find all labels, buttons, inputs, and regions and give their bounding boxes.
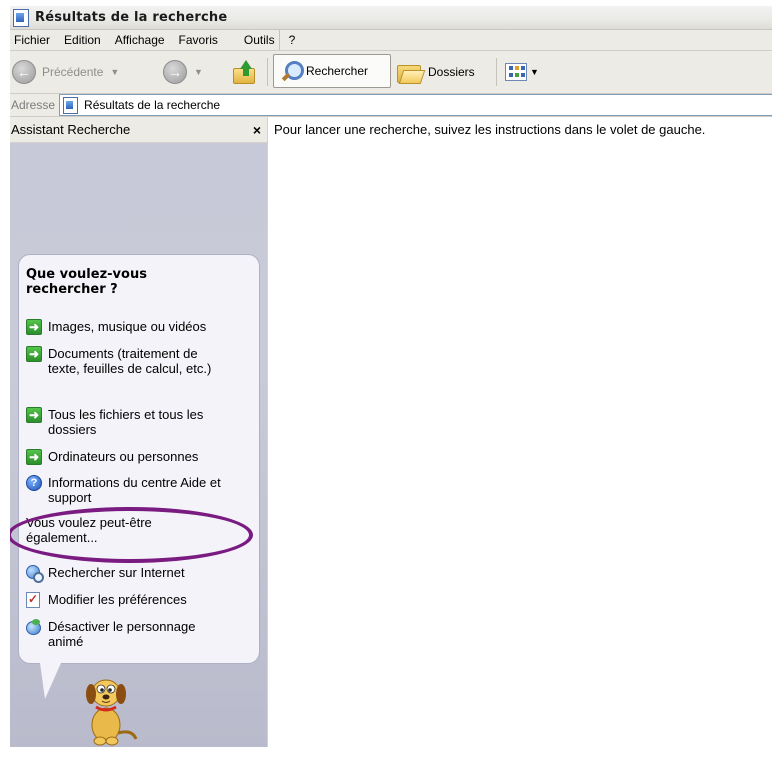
toolbar-separator (267, 58, 268, 86)
address-label: Adresse (11, 98, 56, 112)
views-icon (505, 63, 527, 81)
views-button[interactable]: ▼ (505, 56, 539, 88)
menu-outils[interactable]: Outils (237, 33, 282, 47)
option-disable-character[interactable]: Désactiver le personnage animé (26, 619, 226, 649)
forward-button[interactable]: → ▼ (163, 56, 203, 88)
pane-title: Assistant Recherche (11, 122, 131, 137)
window-title: Résultats de la recherche (35, 10, 228, 25)
close-icon[interactable]: × (253, 122, 267, 138)
more-options-heading: Vous voulez peut-être également... (26, 515, 152, 545)
option-label: Tous les fichiers et tous les dossiers (48, 407, 204, 437)
up-folder-button[interactable] (232, 56, 256, 88)
option-help-support[interactable]: ? Informations du centre Aide et support (26, 475, 234, 505)
menu-bar: Fichier Edition Affichage Favoris Outils… (10, 30, 772, 51)
green-arrow-icon: ➜ (26, 407, 42, 423)
preferences-icon (26, 592, 40, 608)
green-arrow-icon: ➜ (26, 346, 42, 362)
menu-favoris[interactable]: Favoris (172, 33, 225, 47)
menu-fichier[interactable]: Fichier (10, 33, 57, 47)
search-button[interactable]: Rechercher (273, 54, 391, 88)
option-all-files[interactable]: ➜ Tous les fichiers et tous les dossiers (26, 407, 234, 437)
back-arrow-icon: ← (12, 60, 36, 84)
internet-search-icon (26, 565, 44, 583)
folder-icon (395, 61, 426, 84)
animated-character-icon (26, 619, 42, 635)
toolbar: ← Précédente ▼ → ▼ Rechercher Dossiers ▼ (10, 51, 772, 94)
search-label: Rechercher (306, 64, 369, 78)
forward-dropdown-icon[interactable]: ▼ (194, 67, 203, 77)
menu-affichage[interactable]: Affichage (108, 33, 172, 47)
explorer-window: Résultats de la recherche Fichier Editio… (10, 6, 772, 747)
back-label: Précédente (42, 65, 104, 79)
green-arrow-icon: ➜ (26, 449, 42, 465)
option-media[interactable]: ➜ Images, musique ou vidéos (26, 319, 248, 335)
folders-label: Dossiers (428, 65, 475, 79)
speech-balloon-tail (40, 663, 61, 699)
magnifier-icon (280, 60, 304, 82)
option-label: Informations du centre Aide et support (48, 475, 221, 505)
title-bar: Résultats de la recherche (10, 6, 772, 30)
option-documents[interactable]: ➜ Documents (traitement de texte, feuill… (26, 346, 226, 376)
address-value: Résultats de la recherche (84, 98, 221, 112)
option-preferences[interactable]: Modifier les préférences (26, 592, 248, 608)
instructions-message: Pour lancer une recherche, suivez les in… (274, 122, 706, 137)
green-arrow-icon: ➜ (26, 319, 42, 335)
search-question-heading: Que voulez-vous rechercher ? (26, 267, 147, 297)
search-results-icon (13, 8, 29, 27)
search-dog-character[interactable] (70, 677, 150, 747)
up-folder-icon (232, 60, 256, 84)
menu-help[interactable]: ? (282, 33, 303, 47)
option-label: Ordinateurs ou personnes (48, 449, 199, 464)
back-dropdown-icon[interactable]: ▼ (110, 67, 119, 77)
search-results-icon (63, 96, 79, 114)
menu-edition[interactable]: Edition (57, 33, 108, 47)
address-field[interactable]: Résultats de la recherche (59, 94, 772, 116)
option-label: Désactiver le personnage animé (48, 619, 196, 649)
back-button[interactable]: ← Précédente ▼ (12, 56, 119, 88)
pane-header: Assistant Recherche × (10, 117, 267, 143)
forward-arrow-icon: → (163, 60, 187, 84)
option-label: Documents (traitement de texte, feuilles… (48, 346, 212, 376)
option-label: Images, musique ou vidéos (48, 319, 207, 334)
address-bar: Adresse Résultats de la recherche (10, 94, 772, 117)
results-pane: Pour lancer une recherche, suivez les in… (267, 117, 772, 747)
search-companion-pane: Assistant Recherche × Que voulez-vous re… (10, 117, 267, 747)
option-internet-search[interactable]: Rechercher sur Internet (26, 565, 248, 583)
toolbar-separator (496, 58, 497, 86)
help-icon: ? (26, 475, 42, 491)
folders-button[interactable]: Dossiers (395, 56, 475, 88)
option-computers-people[interactable]: ➜ Ordinateurs ou personnes (26, 449, 248, 465)
option-label: Modifier les préférences (48, 592, 187, 607)
views-dropdown-icon: ▼ (530, 67, 539, 77)
menu-separator (279, 30, 280, 50)
option-label: Rechercher sur Internet (48, 565, 185, 580)
